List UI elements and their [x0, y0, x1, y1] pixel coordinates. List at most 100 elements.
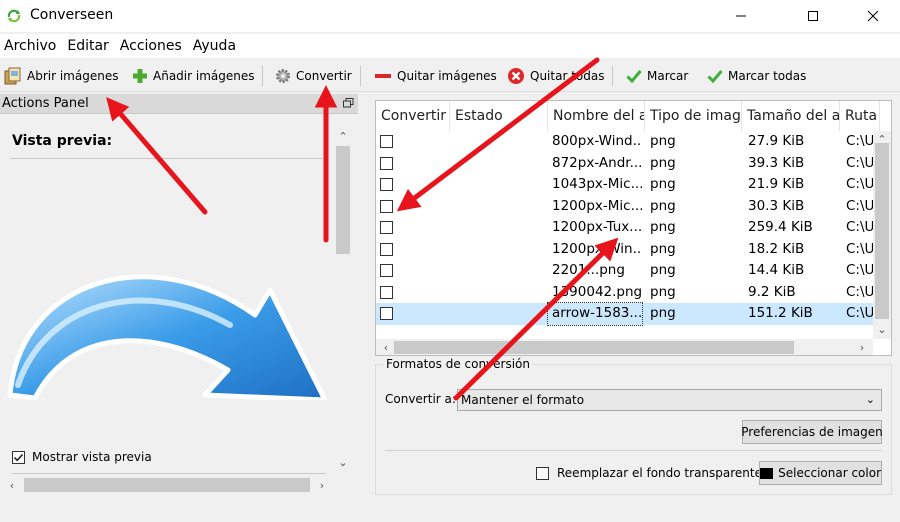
scroll-right-icon[interactable]: ›	[314, 477, 330, 493]
table-row[interactable]: 800px-Wind... png 27.9 KiB C:\U	[376, 131, 874, 153]
table-horizontal-scrollbar[interactable]: ‹ ›	[376, 339, 873, 355]
cell-path: C:\U	[846, 133, 874, 149]
convert-to-select[interactable]: Mantener el formato ⌄	[457, 389, 882, 411]
replace-transparent-row[interactable]: Reemplazar el fondo transparente	[536, 466, 762, 480]
cell-path: C:\U	[846, 305, 874, 321]
cell-type: png	[650, 133, 676, 149]
scroll-up-icon[interactable]: ⌃	[335, 128, 351, 144]
show-preview-row[interactable]: Mostrar vista previa	[12, 450, 152, 464]
converseen-logo-icon	[7, 9, 21, 23]
menu-acciones-label: Acciones	[119, 38, 182, 54]
column-header-convert[interactable]: Convertir	[376, 101, 450, 131]
column-header-status[interactable]: Estado	[450, 101, 548, 131]
cell-type: png	[650, 219, 676, 235]
remove-all-label: Quitar todas	[530, 69, 605, 83]
menu-ayuda[interactable]: Ayuda	[189, 34, 241, 58]
cell-size: 21.9 KiB	[748, 176, 805, 192]
open-images-button[interactable]: Abrir imágenes	[4, 65, 118, 87]
cell-name: 1390042.png	[552, 283, 642, 300]
cell-path: C:\U	[846, 219, 874, 235]
row-convert-checkbox[interactable]	[380, 285, 393, 299]
cell-size: 18.2 KiB	[748, 240, 805, 257]
maximize-button[interactable]	[790, 0, 836, 32]
cell-status	[450, 217, 548, 239]
scroll-down-icon[interactable]: ⌄	[335, 454, 351, 470]
menu-bar: Archivo Editar Acciones Ayuda	[0, 34, 900, 58]
delete-icon	[508, 68, 524, 84]
scroll-left-icon[interactable]: ‹	[4, 477, 20, 493]
divider	[10, 158, 326, 159]
add-images-button[interactable]: Añadir imágenes	[132, 65, 254, 87]
cell-status	[450, 260, 548, 282]
cell-name: 872px-Andr...	[552, 154, 642, 171]
table-row[interactable]: 1043px-Mic... png 21.9 KiB C:\U	[376, 174, 874, 196]
row-convert-checkbox[interactable]	[380, 242, 393, 256]
minimize-icon	[736, 15, 746, 17]
row-convert-checkbox[interactable]	[380, 221, 393, 234]
table-row[interactable]: 872px-Andr... png 39.3 KiB C:\U	[376, 153, 874, 175]
close-button[interactable]	[850, 0, 896, 32]
row-convert-checkbox[interactable]	[380, 156, 393, 170]
cell-status	[450, 153, 548, 175]
scrollbar-thumb[interactable]	[394, 341, 794, 354]
menu-archivo-label: Archivo	[4, 38, 57, 54]
scrollbar-thumb[interactable]	[875, 143, 889, 319]
row-convert-checkbox[interactable]	[380, 135, 393, 148]
row-convert-checkbox[interactable]	[380, 199, 393, 213]
table-row[interactable]: arrow-1583... png 151.2 KiB C:\U	[376, 302, 874, 326]
preview-area: Vista previa: Mostrar vista previa	[0, 115, 334, 474]
column-header-name[interactable]: Nombre del a	[548, 101, 645, 131]
table-row[interactable]: 1390042.png png 9.2 KiB C:\U	[376, 282, 874, 304]
scrollbar-thumb[interactable]	[336, 146, 350, 254]
table-row[interactable]: 1200px-Tux.... png 259.4 KiB C:\U	[376, 217, 874, 239]
table-row[interactable]: 1200px-Mic... png 30.3 KiB C:\U	[376, 196, 874, 218]
menu-editar[interactable]: Editar	[63, 34, 113, 58]
scroll-down-icon[interactable]: ⌄	[874, 321, 890, 337]
scrollbar-thumb[interactable]	[24, 478, 310, 492]
image-preferences-button[interactable]: Preferencias de imagen	[741, 420, 883, 444]
title-bar: Converseen	[0, 0, 900, 32]
column-header-path[interactable]: Ruta	[840, 101, 880, 131]
check-all-button[interactable]: Marcar todas	[707, 65, 806, 87]
actions-panel: Actions Panel Vista previa: Mostrar vist…	[0, 94, 358, 522]
row-convert-checkbox[interactable]	[380, 178, 393, 191]
cell-size: 14.4 KiB	[748, 262, 805, 278]
select-color-button[interactable]: Seleccionar color	[759, 461, 882, 485]
menu-acciones[interactable]: Acciones	[116, 34, 187, 58]
show-preview-checkbox[interactable]	[12, 450, 25, 464]
remove-all-button[interactable]: Quitar todas	[507, 65, 604, 87]
check-button[interactable]: Marcar	[626, 65, 688, 87]
preview-vertical-scrollbar[interactable]: ⌃ ⌄	[334, 128, 352, 472]
cell-type: png	[650, 197, 676, 214]
replace-transparent-checkbox[interactable]	[536, 466, 549, 480]
row-convert-checkbox[interactable]	[380, 307, 393, 320]
menu-archivo[interactable]: Archivo	[0, 34, 61, 58]
cell-path: C:\U	[846, 197, 874, 214]
open-images-icon	[4, 67, 21, 85]
toolbar: Abrir imágenes Añadir imágenes Convertir…	[0, 60, 900, 92]
remove-images-button[interactable]: Quitar imágenes	[374, 65, 497, 87]
replace-transparent-label: Reemplazar el fondo transparente	[557, 466, 763, 480]
scroll-left-icon[interactable]: ‹	[378, 339, 394, 355]
minimize-button[interactable]	[718, 0, 764, 32]
cell-size: 27.9 KiB	[748, 133, 805, 149]
cell-name: arrow-1583...	[547, 302, 643, 326]
cell-type: png	[650, 240, 676, 257]
cell-status	[450, 303, 548, 325]
cell-size: 259.4 KiB	[748, 219, 813, 235]
preview-horizontal-scrollbar[interactable]: ‹ ›	[0, 476, 334, 494]
table-vertical-scrollbar[interactable]: ⌃ ⌄	[873, 131, 891, 339]
cell-name: 800px-Wind...	[552, 133, 642, 149]
cell-type: png	[650, 283, 676, 300]
column-header-type[interactable]: Tipo de imag	[645, 101, 742, 131]
column-header-size[interactable]: Tamaño del a	[742, 101, 840, 131]
cell-type: png	[650, 176, 676, 192]
table-row[interactable]: 2201...png png 14.4 KiB C:\U	[376, 260, 874, 282]
convert-button[interactable]: Convertir	[275, 65, 352, 87]
cell-size: 151.2 KiB	[748, 305, 813, 321]
restore-panel-icon[interactable]	[343, 98, 354, 108]
scroll-right-icon[interactable]: ›	[854, 339, 870, 355]
table-row[interactable]: 1200px-Win... png 18.2 KiB C:\U	[376, 239, 874, 261]
cell-path: C:\U	[846, 283, 874, 300]
row-convert-checkbox[interactable]	[380, 264, 393, 277]
